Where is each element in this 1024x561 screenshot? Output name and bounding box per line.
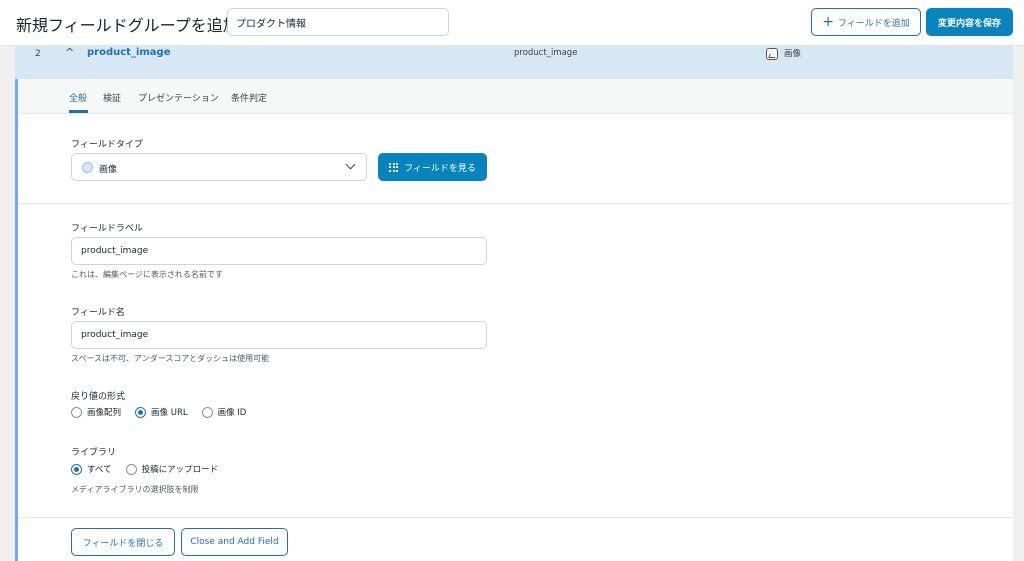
radio-label: 投稿にアップロード — [141, 465, 219, 475]
radio-button[interactable] — [71, 406, 82, 418]
section-divider — [18, 517, 1013, 518]
tab-general[interactable]: 全般 — [69, 91, 87, 104]
grid-icon — [389, 162, 399, 172]
radio-button-checked[interactable] — [71, 463, 82, 475]
field-label-link[interactable]: product_image — [87, 47, 170, 58]
field-group-title-input[interactable] — [227, 8, 449, 36]
library-uploaded-to-post[interactable]: 投稿にアップロード — [125, 463, 219, 475]
tab-validation[interactable]: 検証 — [103, 91, 121, 104]
library-hint: メディアライブラリの選択肢を制限 — [71, 485, 199, 494]
close-field-button[interactable]: フィールドを閉じる — [71, 528, 175, 556]
image-icon — [766, 48, 778, 60]
field-label-input[interactable] — [71, 237, 487, 265]
field-settings-panel: 全般 検証 プレゼンテーション 条件判定 フィールドタイプ 画像 フィールドを見… — [15, 79, 1013, 561]
return-format-id[interactable]: 画像 ID — [201, 406, 247, 418]
plus-icon: + — [822, 14, 834, 30]
radio-label: 画像配列 — [87, 408, 122, 418]
field-name-hint: スペースは不可、アンダースコアとダッシュは使用可能 — [71, 354, 270, 363]
field-name-heading: フィールド名 — [71, 308, 125, 318]
browse-fields-label: フィールドを見る — [404, 163, 476, 174]
field-label-hint: これは、編集ページに表示される名前です — [71, 270, 223, 279]
browse-fields-button[interactable]: フィールドを見る — [378, 153, 487, 181]
return-format-radio-group: 画像配列 画像 URL 画像 ID — [71, 406, 246, 418]
radio-button[interactable] — [201, 406, 213, 418]
field-name-text: product_image — [514, 48, 578, 58]
field-label-heading: フィールドラベル — [71, 224, 143, 234]
field-type-text: 画像 — [784, 49, 802, 59]
radio-label: 画像 ID — [217, 408, 247, 418]
settings-tabs: 全般 検証 プレゼンテーション 条件判定 — [18, 79, 1013, 114]
field-row[interactable]: 2 ^ product_image product_image 画像 — [15, 46, 1013, 79]
return-format-label: 戻り値の形式 — [71, 392, 126, 402]
library-all[interactable]: すべて — [71, 463, 112, 475]
tab-conditional-logic[interactable]: 条件判定 — [231, 91, 267, 104]
page-title: 新規フィールドグループを追加 — [16, 16, 239, 35]
field-name-input[interactable] — [71, 321, 487, 349]
chevron-down-icon — [345, 159, 356, 170]
radio-button-checked[interactable] — [135, 406, 147, 418]
radio-label: 画像 URL — [151, 408, 188, 418]
add-field-label: フィールドを追加 — [837, 18, 910, 29]
return-format-url[interactable]: 画像 URL — [135, 406, 188, 418]
close-and-add-field-button[interactable]: Close and Add Field — [181, 528, 288, 556]
chevron-up-icon[interactable]: ^ — [65, 46, 74, 59]
field-order: 2 — [35, 49, 41, 59]
save-changes-button[interactable]: 変更内容を保存 — [926, 8, 1013, 36]
radio-button[interactable] — [125, 463, 137, 475]
add-field-button[interactable]: + フィールドを追加 — [811, 8, 921, 36]
active-tab-indicator — [69, 110, 88, 113]
library-label: ライブラリ — [71, 448, 117, 458]
top-header: 新規フィールドグループを追加 + フィールドを追加 変更内容を保存 — [0, 0, 1024, 46]
image-type-icon — [82, 162, 93, 173]
field-type-label: フィールドタイプ — [71, 140, 143, 150]
radio-label: すべて — [87, 465, 112, 475]
field-type-selected: 画像 — [99, 165, 118, 175]
library-radio-group: すべて 投稿にアップロード — [71, 463, 218, 475]
tab-presentation[interactable]: プレゼンテーション — [138, 91, 219, 104]
section-divider — [18, 203, 1013, 204]
return-format-array[interactable]: 画像配列 — [71, 406, 121, 418]
field-type-select[interactable]: 画像 — [71, 153, 367, 181]
